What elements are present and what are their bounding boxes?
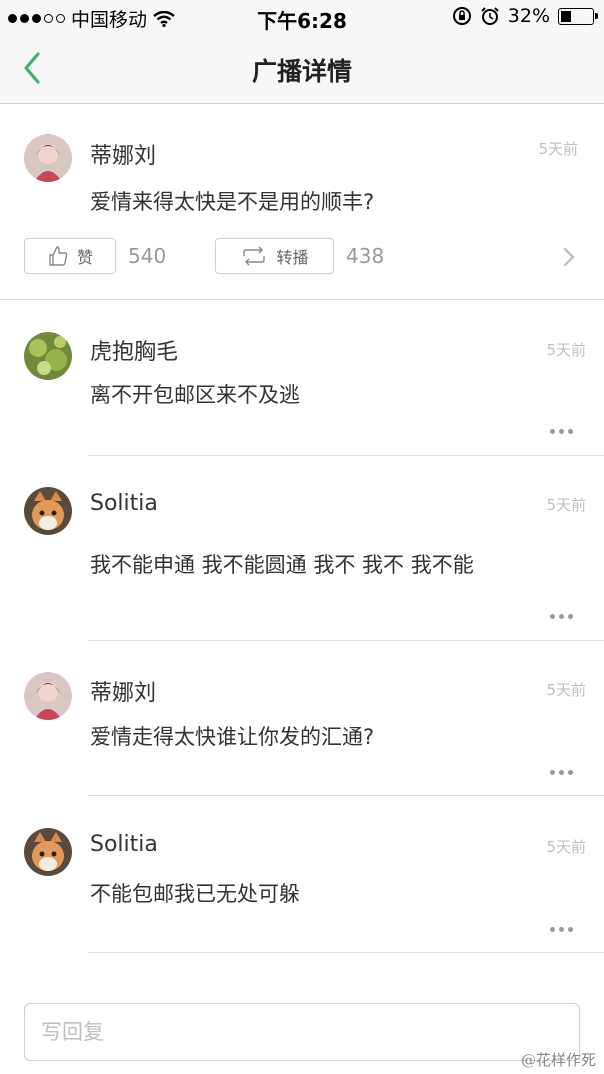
- comment-author[interactable]: Solitia: [90, 491, 158, 516]
- girl-avatar-icon: [24, 672, 72, 720]
- comment-time: 5天前: [546, 341, 586, 359]
- battery-percent: 32%: [507, 5, 550, 27]
- thumbs-up-icon: [49, 246, 68, 266]
- more-icon[interactable]: [550, 924, 578, 934]
- page-title: 广播详情: [251, 57, 352, 86]
- repost-count: 438: [346, 244, 385, 268]
- like-count: 540: [128, 244, 167, 268]
- reply-input[interactable]: [24, 1003, 580, 1061]
- detail-content[interactable]: 蒂娜刘 5天前 爱情来得太快是不是用的顺丰? 赞 540 转播 438 虎抱胸毛…: [0, 104, 604, 984]
- comment-text: 不能包邮我已无处可躲: [90, 882, 300, 906]
- cat-avatar-icon: [24, 487, 72, 535]
- alarm-icon: [481, 7, 499, 25]
- reply-bar: @花样作死: [0, 988, 604, 1074]
- comment-item: 虎抱胸毛 5天前 离不开包邮区来不及逃: [0, 301, 604, 456]
- avatar[interactable]: [24, 828, 72, 876]
- repost-label: 转播: [276, 248, 309, 267]
- comment-time: 5天前: [546, 496, 586, 514]
- comment-time: 5天前: [546, 681, 586, 699]
- comment-time: 5天前: [546, 838, 586, 856]
- battery-fill: [561, 10, 571, 22]
- divider: [88, 952, 604, 953]
- plant-avatar-icon: [24, 332, 72, 380]
- status-bar: 中国移动 下午6:28 32%: [0, 0, 604, 34]
- more-icon[interactable]: [550, 611, 578, 621]
- avatar[interactable]: [24, 134, 72, 182]
- comment-author[interactable]: 蒂娜刘: [90, 675, 156, 707]
- comment-author[interactable]: 虎抱胸毛: [90, 334, 178, 366]
- chevron-right-icon[interactable]: [562, 246, 576, 268]
- comment-author[interactable]: Solitia: [90, 832, 158, 857]
- post-text: 爱情来得太快是不是用的顺丰?: [90, 190, 375, 214]
- rotation-lock-icon: [452, 7, 471, 25]
- comment-item: 蒂娜刘 5天前 爱情走得太快谁让你发的汇通?: [0, 641, 604, 796]
- repost-icon: [243, 246, 266, 266]
- post-author[interactable]: 蒂娜刘: [90, 138, 156, 170]
- watermark: @花样作死: [520, 1051, 596, 1069]
- cat-avatar-icon: [24, 828, 72, 876]
- more-icon[interactable]: [550, 426, 578, 436]
- more-icon[interactable]: [550, 767, 578, 777]
- comment-item: Solitia 5天前 不能包邮我已无处可躲: [0, 796, 604, 953]
- girl-avatar-icon: [24, 134, 72, 182]
- battery-icon: [558, 7, 598, 25]
- comment-text: 我不能申通 我不能圆通 我不 我不 我不能: [90, 553, 474, 577]
- comment-item: Solitia 5天前 我不能申通 我不能圆通 我不 我不 我不能: [0, 456, 604, 641]
- post-time: 5天前: [538, 140, 578, 158]
- avatar[interactable]: [24, 672, 72, 720]
- nav-bar: 广播详情: [0, 34, 604, 104]
- repost-button[interactable]: 转播: [215, 238, 334, 274]
- avatar[interactable]: [24, 332, 72, 380]
- status-right: 32%: [452, 5, 598, 27]
- avatar[interactable]: [24, 487, 72, 535]
- like-label: 赞: [76, 248, 93, 267]
- broadcast-post: 蒂娜刘 5天前 爱情来得太快是不是用的顺丰? 赞 540 转播 438: [0, 104, 604, 300]
- like-button[interactable]: 赞: [24, 238, 116, 274]
- comment-text: 离不开包邮区来不及逃: [90, 383, 300, 407]
- comment-text: 爱情走得太快谁让你发的汇通?: [90, 725, 375, 749]
